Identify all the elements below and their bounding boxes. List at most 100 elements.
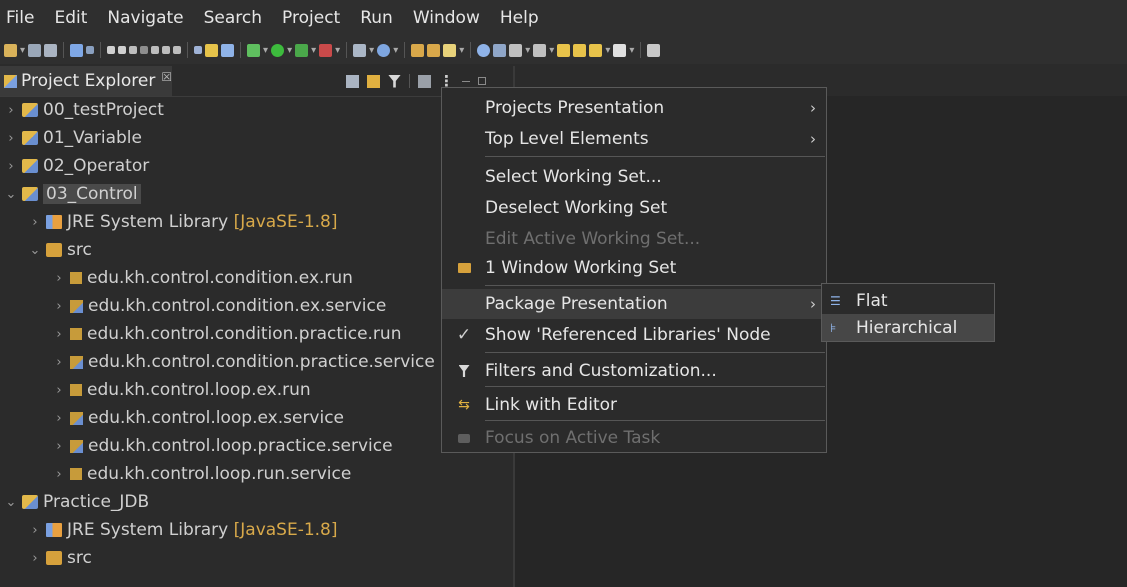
new-class-icon[interactable] [443, 43, 457, 57]
disconnect-icon[interactable] [140, 46, 149, 54]
terminate-icon[interactable] [129, 46, 138, 54]
tree-item-00-testproject[interactable]: › 00_testProject [4, 96, 164, 124]
expand-icon[interactable]: › [52, 467, 66, 482]
menu-item-deselect-working-set[interactable]: Deselect Working Set [442, 193, 826, 223]
collapse-all-icon[interactable] [346, 74, 359, 88]
link-with-editor-icon[interactable] [367, 74, 380, 88]
tree-item-package[interactable]: › edu.kh.control.condition.ex.run [52, 264, 353, 292]
step-over-icon[interactable] [162, 46, 171, 54]
run-dropdown-icon[interactable]: ▾ [287, 45, 292, 56]
resume-icon[interactable] [107, 46, 116, 54]
new-server-dropdown-icon[interactable]: ▾ [369, 45, 374, 56]
tree-item-package[interactable]: › edu.kh.control.loop.ex.run [52, 376, 310, 404]
step-into-icon[interactable] [151, 46, 160, 54]
tree-item-02-operator[interactable]: › 02_Operator [4, 152, 149, 180]
save-icon[interactable] [28, 43, 42, 57]
forward-icon[interactable] [613, 43, 627, 57]
new-web-icon[interactable] [377, 43, 391, 57]
expand-icon[interactable]: › [52, 411, 66, 426]
new-icon[interactable] [4, 43, 17, 57]
open-type-icon[interactable] [205, 43, 219, 57]
expand-icon[interactable]: › [4, 159, 18, 174]
maximize-icon[interactable] [478, 77, 486, 85]
menu-item-edit-active-working-set[interactable]: Edit Active Working Set... [442, 224, 826, 254]
expand-icon[interactable]: › [52, 439, 66, 454]
back-dropdown-icon[interactable]: ▾ [605, 45, 610, 56]
menu-item-projects-presentation[interactable]: Projects Presentation › [442, 93, 826, 123]
menu-file[interactable]: File [0, 0, 46, 36]
external-tools-icon[interactable] [319, 43, 333, 57]
expand-icon[interactable]: › [52, 271, 66, 286]
collapse-icon[interactable]: ⌄ [4, 187, 18, 202]
expand-icon[interactable]: › [28, 551, 42, 566]
tree-item-package[interactable]: › edu.kh.control.condition.practice.run [52, 320, 401, 348]
external-tools-dropdown-icon[interactable]: ▾ [335, 45, 340, 56]
debug-icon[interactable] [247, 43, 261, 57]
menu-item-focus-on-active-task[interactable]: Focus on Active Task [442, 423, 826, 453]
menu-item-link-with-editor[interactable]: ⇆ Link with Editor [442, 390, 826, 420]
annotation-dropdown-icon[interactable]: ▾ [525, 45, 530, 56]
expand-icon[interactable]: › [4, 103, 18, 118]
forward-history-icon[interactable] [573, 43, 587, 57]
forward-dropdown-icon[interactable]: ▾ [629, 45, 634, 56]
tree-item-03-control[interactable]: ⌄ 03_Control [4, 180, 141, 208]
menu-search[interactable]: Search [196, 0, 274, 36]
menu-item-top-level-elements[interactable]: Top Level Elements › [442, 124, 826, 154]
open-task-icon[interactable] [221, 43, 235, 57]
minimize-icon[interactable] [462, 80, 470, 82]
last-edit-location-icon[interactable] [557, 43, 571, 57]
use-step-filters-icon[interactable] [194, 46, 203, 54]
menu-help[interactable]: Help [492, 0, 551, 36]
expand-icon[interactable]: › [4, 131, 18, 146]
menu-item-show-referenced-libraries[interactable]: ✓ Show 'Referenced Libraries' Node [442, 320, 826, 350]
close-view-icon[interactable]: ☒ [161, 70, 172, 84]
coverage-dropdown-icon[interactable]: ▾ [311, 45, 316, 56]
new-package-icon[interactable] [427, 43, 441, 57]
tree-item-src[interactable]: › src [28, 544, 91, 572]
expand-icon[interactable]: › [52, 299, 66, 314]
save-all-icon[interactable] [44, 43, 58, 57]
skip-breakpoints-icon[interactable] [86, 46, 95, 54]
annotation-previous-dropdown-icon[interactable]: ▾ [549, 45, 554, 56]
menu-item-filters-and-customization[interactable]: Filters and Customization... [442, 356, 826, 386]
tree-item-package[interactable]: › edu.kh.control.loop.practice.service [52, 432, 392, 460]
web-browser-icon[interactable] [477, 43, 491, 57]
new-project-icon[interactable] [411, 43, 425, 57]
new-dropdown-icon[interactable]: ▾ [20, 45, 25, 56]
search-icon[interactable] [493, 43, 507, 57]
collapse-icon[interactable]: ⌄ [28, 243, 42, 258]
coverage-icon[interactable] [295, 43, 309, 57]
debug-dropdown-icon[interactable]: ▾ [263, 45, 268, 56]
step-return-icon[interactable] [173, 46, 182, 54]
new-server-icon[interactable] [353, 43, 367, 57]
menu-edit[interactable]: Edit [46, 0, 99, 36]
menu-navigate[interactable]: Navigate [99, 0, 195, 36]
new-class-dropdown-icon[interactable]: ▾ [459, 45, 464, 56]
back-icon[interactable] [589, 43, 603, 57]
tree-item-src[interactable]: ⌄ src [28, 236, 92, 264]
expand-icon[interactable]: › [28, 215, 42, 230]
focus-task-icon[interactable] [418, 74, 431, 88]
submenu-item-flat[interactable]: ☰ Flat [822, 287, 994, 314]
menu-item-select-working-set[interactable]: Select Working Set... [442, 162, 826, 192]
expand-icon[interactable]: › [52, 383, 66, 398]
annotation-previous-icon[interactable] [533, 43, 547, 57]
tree-item-package[interactable]: › edu.kh.control.condition.practice.servi… [52, 348, 434, 376]
tree-item-jre-system-library[interactable]: › JRE System Library [JavaSE-1.8] [28, 208, 337, 236]
terminal-icon[interactable] [70, 43, 84, 57]
filter-icon[interactable] [388, 74, 401, 88]
collapse-icon[interactable]: ⌄ [4, 495, 18, 510]
menu-project[interactable]: Project [274, 0, 352, 36]
tree-item-practice-jdb[interactable]: ⌄ Practice_JDB [4, 488, 150, 516]
tree-item-package[interactable]: › edu.kh.control.condition.ex.service [52, 292, 386, 320]
run-icon[interactable] [271, 43, 285, 57]
project-explorer-tab[interactable]: Project Explorer ☒ [0, 66, 173, 96]
menu-run[interactable]: Run [352, 0, 405, 36]
tree-item-package[interactable]: › edu.kh.control.loop.run.service [52, 460, 351, 488]
expand-icon[interactable]: › [28, 523, 42, 538]
expand-icon[interactable]: › [52, 355, 66, 370]
menu-window[interactable]: Window [405, 0, 492, 36]
tree-item-01-variable[interactable]: › 01_Variable [4, 124, 142, 152]
submenu-item-hierarchical[interactable]: ⊧ Hierarchical [822, 314, 994, 341]
open-perspective-icon[interactable] [647, 43, 661, 57]
